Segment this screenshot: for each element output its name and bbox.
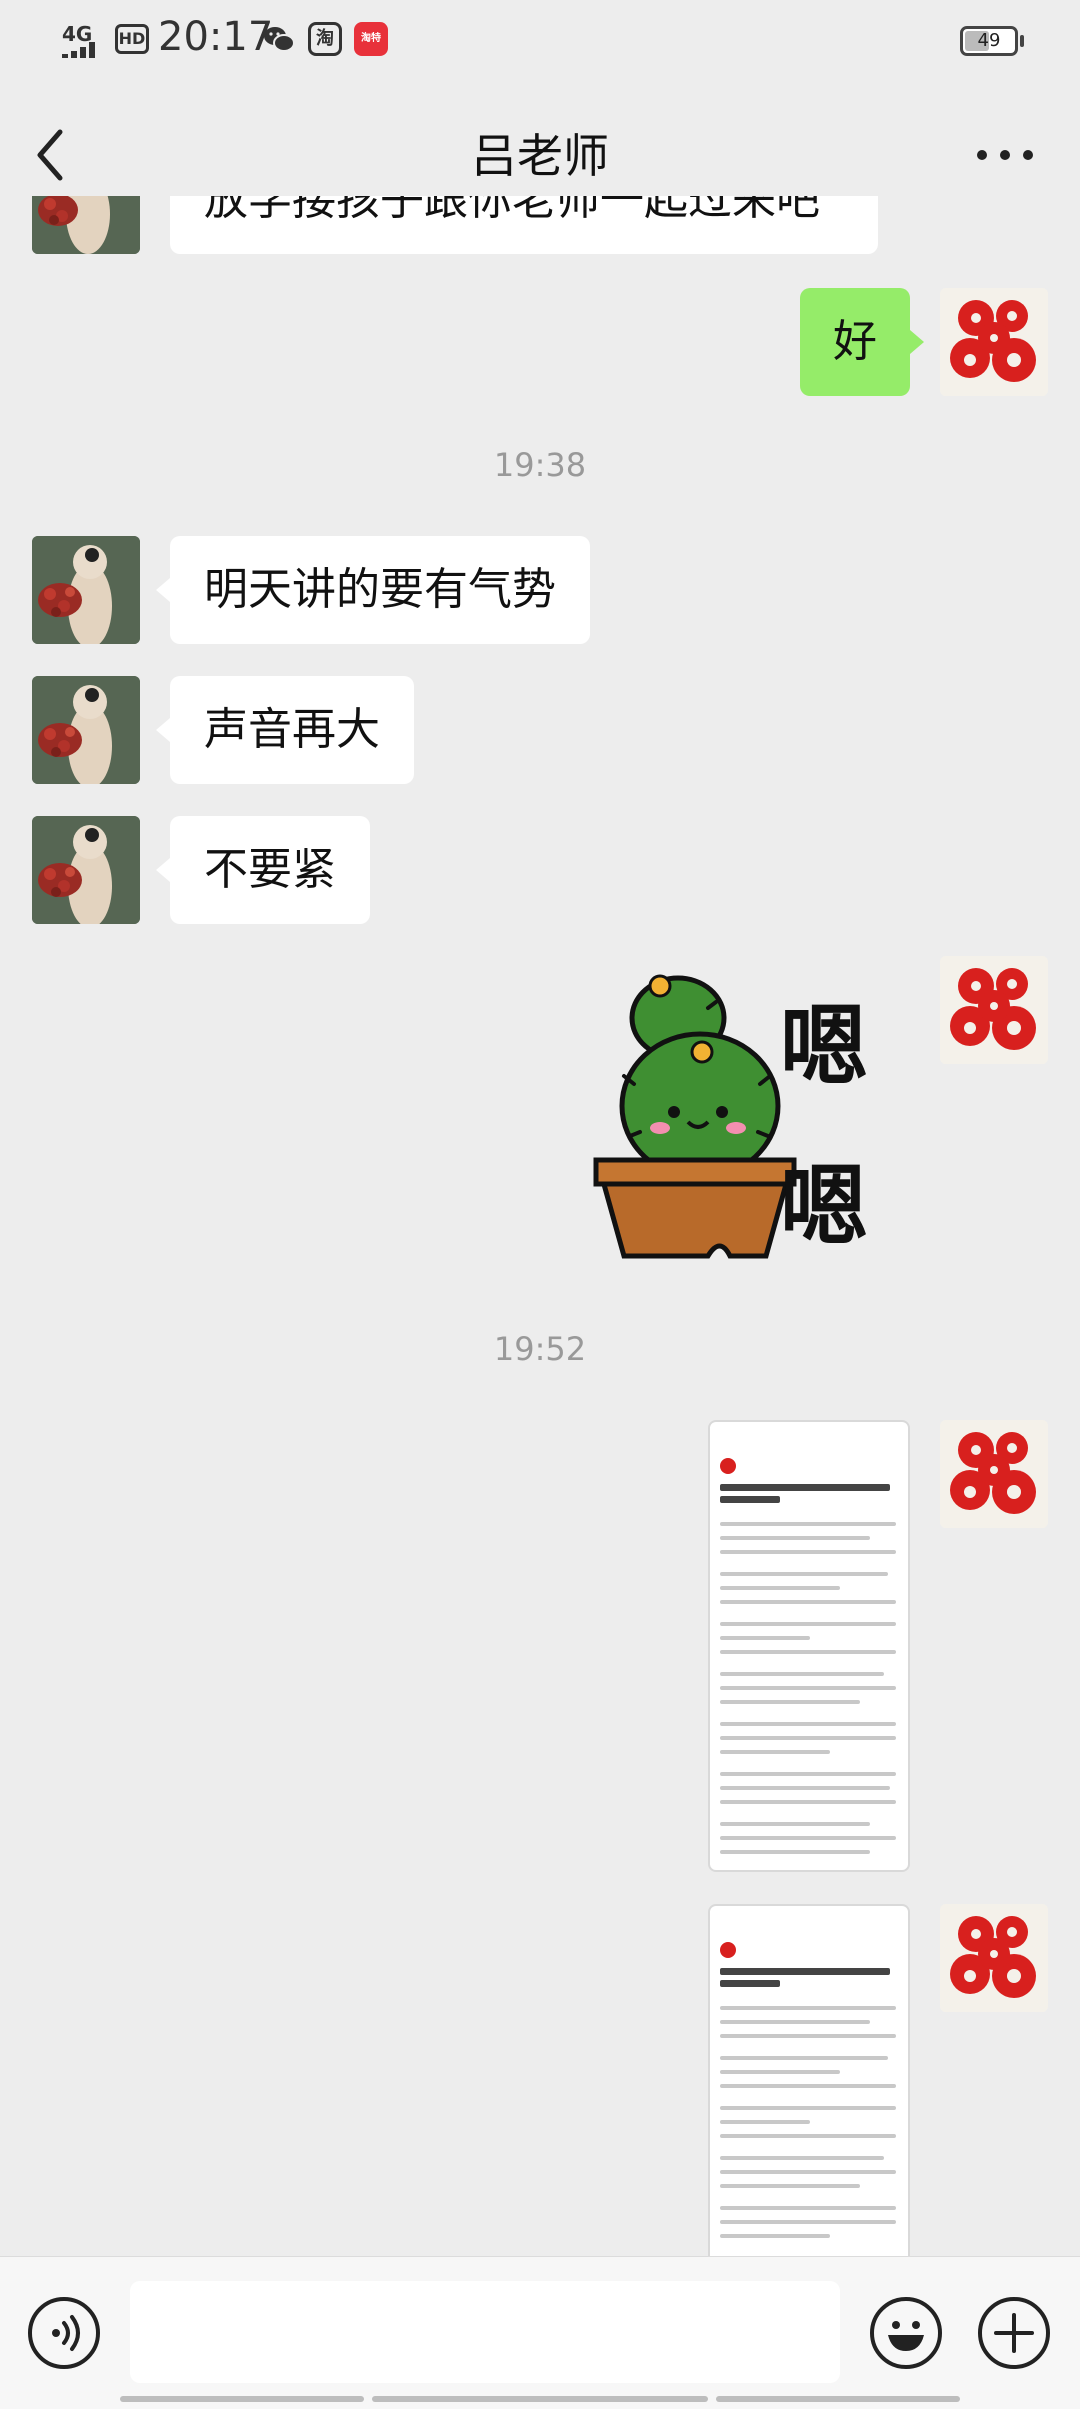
taote-icon: 淘特 <box>354 22 388 56</box>
my-avatar[interactable] <box>940 956 1048 1064</box>
plus-icon <box>994 2313 1034 2353</box>
voice-button[interactable] <box>28 2297 100 2369</box>
fu-papercut-icon <box>940 288 1048 396</box>
cactus-sticker[interactable]: 嗯 嗯 <box>590 956 910 1276</box>
message-input-field[interactable] <box>130 2281 840 2383</box>
status-bar: 4G HD 20:17 淘 淘特 49 <box>0 0 1080 80</box>
nav-bar-segment <box>120 2396 364 2402</box>
smiley-icon <box>888 2321 924 2351</box>
my-avatar[interactable] <box>940 288 1048 396</box>
signal-icon <box>62 42 106 58</box>
fu-papercut-icon <box>940 1420 1048 1528</box>
my-avatar[interactable] <box>940 1420 1048 1528</box>
contact-avatar[interactable] <box>32 196 140 254</box>
message-input[interactable] <box>130 2281 840 2383</box>
voice-icon <box>52 2315 80 2351</box>
message-bubble[interactable]: 声音再大 <box>170 676 414 784</box>
message-bubble[interactable]: 放学接孩子跟你老师一起过来吧 <box>170 196 878 254</box>
message-bubble[interactable]: 明天讲的要有气势 <box>170 536 590 644</box>
avatar-image <box>32 676 140 784</box>
my-avatar[interactable] <box>940 1904 1048 2012</box>
battery-level: 49 <box>977 30 1001 51</box>
fu-papercut-icon <box>940 1904 1048 2012</box>
avatar-image <box>32 816 140 924</box>
fu-papercut-icon <box>940 956 1048 1064</box>
contact-avatar[interactable] <box>32 816 140 924</box>
emoji-button[interactable] <box>870 2297 942 2369</box>
message-list[interactable]: 放学接孩子跟你老师一起过来吧 好 19:38 明天讲的要有气势 声音再大 不要紧 <box>0 196 1080 2256</box>
more-dots-icon <box>977 150 1033 160</box>
battery-icon: 49 <box>960 26 1018 56</box>
more-functions-button[interactable] <box>978 2297 1050 2369</box>
message-bubble[interactable]: 不要紧 <box>170 816 370 924</box>
clock: 20:17 <box>158 14 274 60</box>
sticker-text: 嗯 <box>780 995 869 1098</box>
image-message[interactable] <box>708 1904 910 2256</box>
avatar-image <box>32 536 140 644</box>
nav-bar-segment <box>372 2396 708 2402</box>
page-title: 吕老师 <box>471 129 609 183</box>
image-message[interactable] <box>708 1420 910 1872</box>
nav-bar-segment <box>716 2396 960 2402</box>
hd-icon: HD <box>115 24 149 54</box>
wechat-icon <box>264 27 295 52</box>
contact-avatar[interactable] <box>32 536 140 644</box>
taobao-icon: 淘 <box>308 22 342 56</box>
timestamp: 19:38 <box>493 446 587 484</box>
message-bubble-self[interactable]: 好 <box>800 288 910 396</box>
sticker-text: 嗯 <box>780 1155 869 1258</box>
timestamp: 19:52 <box>493 1330 587 1368</box>
more-options-button[interactable] <box>970 135 1040 175</box>
input-bar <box>0 2256 1080 2409</box>
avatar-image <box>32 196 140 254</box>
contact-avatar[interactable] <box>32 676 140 784</box>
